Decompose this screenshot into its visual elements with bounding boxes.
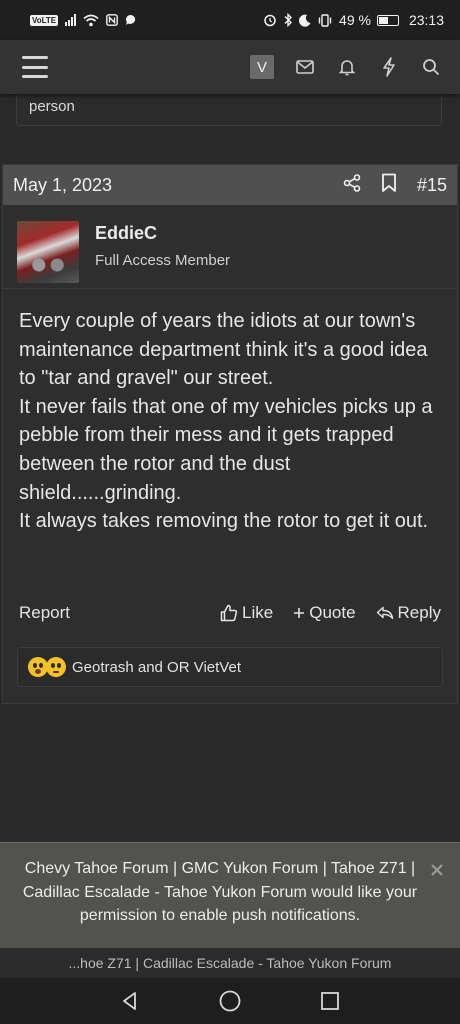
moon-icon	[299, 14, 311, 27]
post-number-link[interactable]: #15	[417, 175, 447, 196]
push-permission-message: Chevy Tahoe Forum | GMC Yukon Forum | Ta…	[22, 860, 418, 924]
close-icon[interactable]	[430, 861, 444, 876]
like-button[interactable]: Like	[220, 603, 273, 623]
clock: 23:13	[408, 12, 444, 28]
search-icon[interactable]	[420, 56, 442, 78]
post-date[interactable]: May 1, 2023	[13, 175, 112, 196]
previous-post-reactions: person	[16, 94, 442, 126]
post-header: May 1, 2023 #15	[3, 165, 457, 205]
recents-icon[interactable]	[315, 986, 345, 1016]
reaction-names[interactable]: Geotrash and OR VietVet	[72, 659, 241, 676]
bluetooth-icon	[284, 13, 293, 27]
vibrate-icon	[318, 13, 332, 27]
alarm-icon	[264, 14, 276, 27]
quote-label: Quote	[309, 603, 356, 622]
bookmark-icon[interactable]	[381, 173, 397, 198]
url-text: ...hoe Z71 | Cadillac Escalade - Tahoe Y…	[68, 955, 392, 971]
chat-icon	[126, 14, 136, 25]
plus-icon	[294, 608, 305, 618]
forum-post: May 1, 2023 #15 EddieC Full Access Membe…	[2, 164, 458, 704]
report-link[interactable]: Report	[19, 603, 70, 623]
browser-url-bar[interactable]: ...hoe Z71 | Cadillac Escalade - Tahoe Y…	[0, 948, 460, 978]
battery-icon	[376, 14, 399, 26]
lightning-icon[interactable]	[378, 56, 400, 78]
battery-percent: 49 %	[339, 12, 371, 28]
author-title: Full Access Member	[95, 252, 231, 269]
reply-button[interactable]: Reply	[376, 603, 441, 623]
confused-emoji-icon	[46, 657, 66, 677]
wifi-icon	[83, 14, 99, 26]
menu-icon[interactable]	[22, 56, 48, 78]
user-avatar-button[interactable]: V	[250, 55, 274, 79]
post-body: Every couple of years the idiots at our …	[3, 289, 457, 536]
app-header: V	[0, 40, 460, 94]
push-permission-banner: Chevy Tahoe Forum | GMC Yukon Forum | Ta…	[0, 842, 460, 948]
reply-label: Reply	[397, 603, 441, 622]
share-icon[interactable]	[343, 173, 361, 197]
system-nav-bar	[0, 978, 460, 1024]
nfc-icon	[106, 14, 119, 26]
author-name[interactable]: EddieC	[95, 223, 230, 244]
wow-emoji-icon	[28, 657, 48, 677]
signal-icon	[65, 14, 77, 26]
post-paragraph: It never fails that one of my vehicles p…	[19, 395, 433, 504]
post-author: EddieC Full Access Member	[3, 205, 457, 289]
reactions-bar[interactable]: Geotrash and OR VietVet	[17, 647, 443, 687]
home-icon[interactable]	[215, 986, 245, 1016]
mail-icon[interactable]	[294, 56, 316, 78]
status-bar: VoLTE 49 % 23:13	[0, 0, 460, 40]
author-avatar[interactable]	[17, 221, 79, 283]
post-actions: Report Like Quote Reply	[3, 603, 457, 623]
post-paragraph: Every couple of years the idiots at our …	[19, 310, 428, 390]
volte-indicator: VoLTE	[30, 14, 59, 26]
bell-icon[interactable]	[336, 56, 358, 78]
quote-button[interactable]: Quote	[293, 603, 356, 623]
back-icon[interactable]	[115, 986, 145, 1016]
thumbs-up-icon	[220, 604, 238, 622]
reply-icon	[376, 606, 393, 620]
post-paragraph: It always takes removing the rotor to ge…	[19, 510, 429, 533]
like-label: Like	[242, 603, 274, 622]
previous-post-text: person	[29, 98, 75, 115]
